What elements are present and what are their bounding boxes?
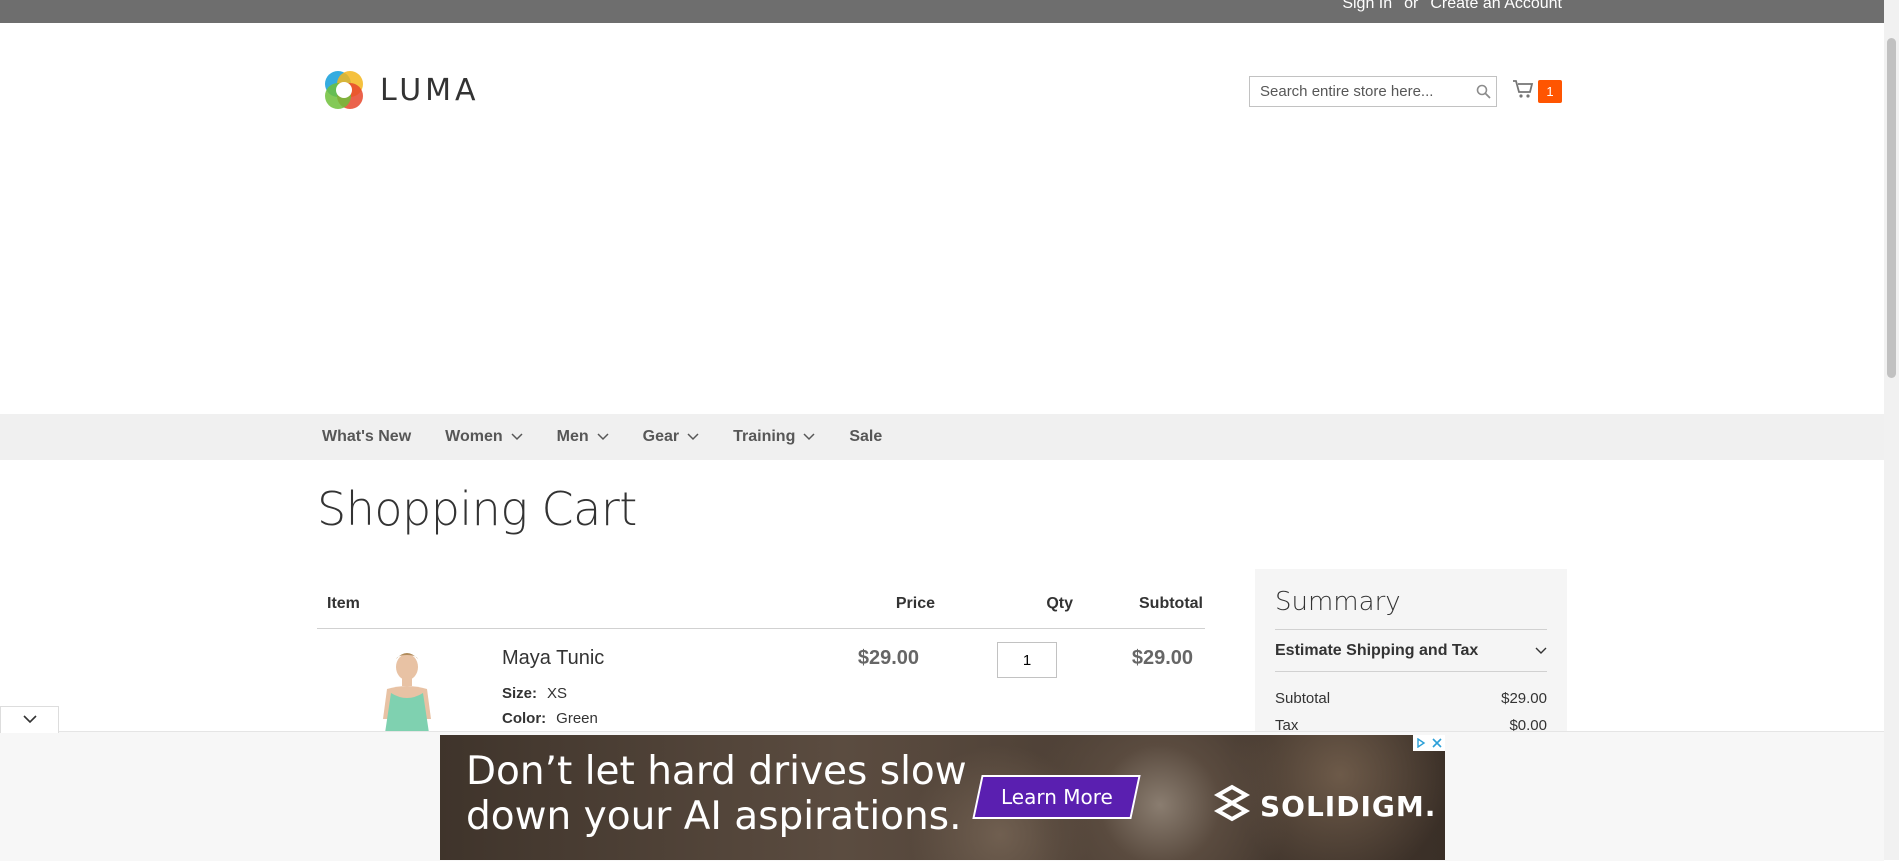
main-navigation: What's New Women Men Gear Training Sale [0, 414, 1884, 460]
nav-item-label: Gear [642, 428, 680, 445]
nav-item-whats-new[interactable]: What's New [322, 428, 411, 446]
cart-icon[interactable] [1512, 79, 1534, 104]
nav-item-label: Sale [849, 428, 883, 445]
option-color: Color: Green [502, 710, 598, 727]
cart-count-badge: 1 [1538, 80, 1562, 103]
header-item: Item [327, 595, 360, 612]
header-price: Price [895, 595, 935, 612]
ad-cta-label: Learn More [1000, 785, 1113, 809]
estimate-shipping-toggle[interactable]: Estimate Shipping and Tax [1275, 629, 1547, 672]
search-input[interactable] [1250, 83, 1470, 100]
minicart[interactable]: 1 [1512, 79, 1562, 104]
cart-table: Item Price Qty Subtotal Maya Tunic Size:… [317, 580, 1205, 749]
nav-item-label: What's New [322, 428, 412, 445]
top-links: Sign In or Create an Account [1342, 0, 1562, 13]
product-subtotal: $29.00 [1131, 647, 1193, 669]
summary-title: Summary [1275, 587, 1401, 617]
sign-in-link[interactable]: Sign In [1342, 0, 1392, 13]
or-text: or [1404, 0, 1419, 12]
chevron-down-icon [597, 433, 609, 441]
nav-item-label: Training [733, 428, 796, 445]
header-qty: Qty [1046, 595, 1073, 612]
ad-brand-text: SOLIDIGM. [1260, 790, 1437, 823]
ad-choices[interactable] [1413, 735, 1445, 751]
ad-learn-more-button[interactable]: Learn More [972, 775, 1141, 819]
quantity-input[interactable] [997, 642, 1057, 678]
summary-subtotal-label: Subtotal [1275, 690, 1331, 707]
chevron-down-icon [803, 433, 815, 441]
chevron-down-icon [1535, 642, 1547, 660]
luma-logo-icon [322, 68, 366, 112]
product-name[interactable]: Maya Tunic [502, 647, 604, 670]
option-label: Size: [502, 685, 538, 702]
nav-item-gear[interactable]: Gear [643, 428, 699, 446]
nav-item-label: Women [445, 428, 503, 445]
nav-item-women[interactable]: Women [445, 428, 523, 446]
ad-headline: Don’t let hard drives slow down your AI … [466, 749, 967, 839]
chevron-down-icon [687, 433, 699, 441]
create-account-link[interactable]: Create an Account [1430, 0, 1562, 13]
page-header: LUMA 1 [0, 23, 1884, 413]
ad-info-icon[interactable] [1413, 735, 1429, 751]
chevron-down-icon [511, 433, 523, 441]
page-title: Shopping Cart [317, 482, 637, 536]
option-value: XS [547, 685, 568, 702]
option-size: Size: XS [502, 685, 567, 702]
page-scrollbar[interactable] [1884, 0, 1899, 860]
solidigm-logo-icon [1210, 781, 1254, 832]
logo[interactable]: LUMA [322, 68, 480, 112]
summary-subtotal-row: Subtotal $29.00 [1275, 690, 1547, 707]
nav-item-sale[interactable]: Sale [849, 428, 882, 446]
header-subtotal: Subtotal [1139, 595, 1203, 612]
chevron-down-icon [22, 711, 37, 729]
scrollbar-thumb[interactable] [1887, 38, 1896, 378]
top-bar: Sign In or Create an Account [0, 0, 1884, 23]
product-price: $29.00 [857, 647, 919, 669]
ad-brand: SOLIDIGM. [1210, 781, 1436, 832]
summary-subtotal-value: $29.00 [1501, 690, 1547, 707]
advertisement[interactable]: Don’t let hard drives slow down your AI … [440, 735, 1445, 860]
cart-table-header: Item Price Qty Subtotal [317, 580, 1205, 629]
search-icon[interactable] [1470, 79, 1496, 105]
nav-item-men[interactable]: Men [557, 428, 609, 446]
close-icon[interactable] [1429, 735, 1445, 751]
ad-collapse-toggle[interactable] [0, 706, 59, 733]
option-label: Color: [502, 710, 547, 727]
nav-item-label: Men [556, 428, 589, 445]
logo-text: LUMA [380, 72, 480, 108]
ad-headline-line2: down your AI aspirations. [466, 794, 962, 839]
estimate-shipping-label: Estimate Shipping and Tax [1275, 641, 1479, 659]
search-box [1249, 76, 1497, 107]
option-value: Green [556, 710, 598, 727]
nav-item-training[interactable]: Training [733, 428, 815, 446]
ad-headline-line1: Don’t let hard drives slow [466, 749, 967, 794]
